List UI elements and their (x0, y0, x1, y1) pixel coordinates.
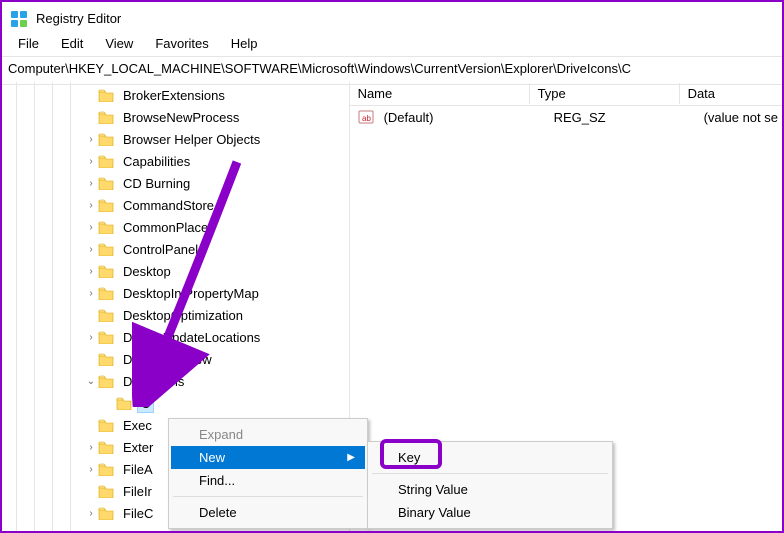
expand-chevron-icon[interactable]: › (84, 178, 98, 189)
tree-item[interactable]: ›C (2, 392, 349, 414)
tree-item-label: FileA (120, 461, 156, 478)
string-value-icon: ab (358, 109, 374, 125)
tree-item-label: Browser Helper Objects (120, 131, 263, 148)
tree-item[interactable]: › DeviceUpdateLocations (2, 326, 349, 348)
ctx-expand[interactable]: Expand (171, 423, 365, 446)
menubar: File Edit View Favorites Help (2, 32, 782, 56)
tree-item-label: BrokerExtensions (120, 87, 228, 104)
tree-item[interactable]: › Browser Helper Objects (2, 128, 349, 150)
tree-item-label: CommandStore (120, 197, 217, 214)
tree-item-label: DesktopIniPropertyMap (120, 285, 262, 302)
expand-chevron-icon[interactable]: › (84, 266, 98, 277)
sub-binary-value[interactable]: Binary Value (370, 501, 610, 524)
expand-chevron-icon[interactable]: › (84, 288, 98, 299)
tree-item[interactable]: ›DocObjectView (2, 348, 349, 370)
tree-item[interactable]: ›DesktopOptimization (2, 304, 349, 326)
ctx-delete[interactable]: Delete (171, 501, 365, 524)
chevron-right-icon: ▶ (347, 452, 355, 463)
tree-item[interactable]: ›BrokerExtensions (2, 84, 349, 106)
tree-item[interactable]: › CD Burning (2, 172, 349, 194)
tree-item-label: BrowseNewProcess (120, 109, 242, 126)
tree-item-label: Exec (120, 417, 155, 434)
col-name[interactable]: Name (350, 83, 530, 104)
value-data: (value not se (696, 108, 782, 127)
separator (173, 496, 363, 497)
svg-text:ab: ab (362, 114, 371, 123)
menu-view[interactable]: View (95, 34, 143, 53)
address-bar[interactable]: Computer\HKEY_LOCAL_MACHINE\SOFTWARE\Mic… (2, 57, 782, 84)
tree-item-label: ControlPanel (120, 241, 201, 258)
ctx-new[interactable]: New ▶ (171, 446, 365, 469)
sub-string-value[interactable]: String Value (370, 478, 610, 501)
expand-chevron-icon[interactable]: › (84, 200, 98, 211)
expand-chevron-icon[interactable]: › (84, 464, 98, 475)
expand-chevron-icon[interactable]: › (84, 134, 98, 145)
tree-item[interactable]: › DesktopIniPropertyMap (2, 282, 349, 304)
ctx-new-label: New (199, 450, 225, 465)
tree-item-label: CD Burning (120, 175, 193, 192)
list-header: Name Type Data (350, 82, 782, 106)
tree-item-label: C (138, 395, 153, 412)
sub-key[interactable]: Key (370, 446, 610, 469)
tree-item-label: CommonPlaces (120, 219, 218, 236)
ctx-find[interactable]: Find... (171, 469, 365, 492)
tree-item[interactable]: ⌄ DriveIcons (2, 370, 349, 392)
submenu-new: Key String Value Binary Value (367, 441, 613, 529)
tree-item[interactable]: ›BrowseNewProcess (2, 106, 349, 128)
expand-chevron-icon[interactable]: › (84, 244, 98, 255)
value-type: REG_SZ (546, 108, 696, 127)
separator (372, 473, 608, 474)
tree-item[interactable]: › ControlPanel (2, 238, 349, 260)
expand-chevron-icon[interactable]: › (84, 508, 98, 519)
tree-item-label: FileC (120, 505, 156, 522)
tree-item-label: Desktop (120, 263, 174, 280)
window-title: Registry Editor (36, 11, 121, 26)
value-name: (Default) (380, 108, 546, 127)
tree-item-label: FileIr (120, 483, 155, 500)
tree-item-label: Exter (120, 439, 156, 456)
expand-chevron-icon[interactable]: ⌄ (84, 376, 98, 387)
expand-chevron-icon[interactable]: › (84, 442, 98, 453)
menu-favorites[interactable]: Favorites (145, 34, 218, 53)
tree-item[interactable]: › CommonPlaces (2, 216, 349, 238)
tree-item[interactable]: › Desktop (2, 260, 349, 282)
menu-file[interactable]: File (8, 34, 49, 53)
tree-item-label: DriveIcons (120, 373, 187, 390)
regedit-icon (10, 10, 28, 28)
menu-edit[interactable]: Edit (51, 34, 93, 53)
col-type[interactable]: Type (530, 83, 680, 104)
expand-chevron-icon[interactable]: › (84, 222, 98, 233)
col-data[interactable]: Data (680, 83, 782, 104)
tree-item-label: DesktopOptimization (120, 307, 246, 324)
expand-chevron-icon[interactable]: › (84, 332, 98, 343)
titlebar: Registry Editor (2, 2, 782, 32)
tree-item-label: Capabilities (120, 153, 193, 170)
tree-item-label: DocObjectView (120, 351, 215, 368)
value-row[interactable]: ab (Default)REG_SZ(value not se (350, 106, 782, 128)
context-menu: Expand New ▶ Find... Delete Key String V… (168, 418, 368, 529)
menu-help[interactable]: Help (221, 34, 268, 53)
tree-item[interactable]: › CommandStore (2, 194, 349, 216)
tree-item-label: DeviceUpdateLocations (120, 329, 263, 346)
tree-item[interactable]: › Capabilities (2, 150, 349, 172)
expand-chevron-icon[interactable]: › (84, 156, 98, 167)
